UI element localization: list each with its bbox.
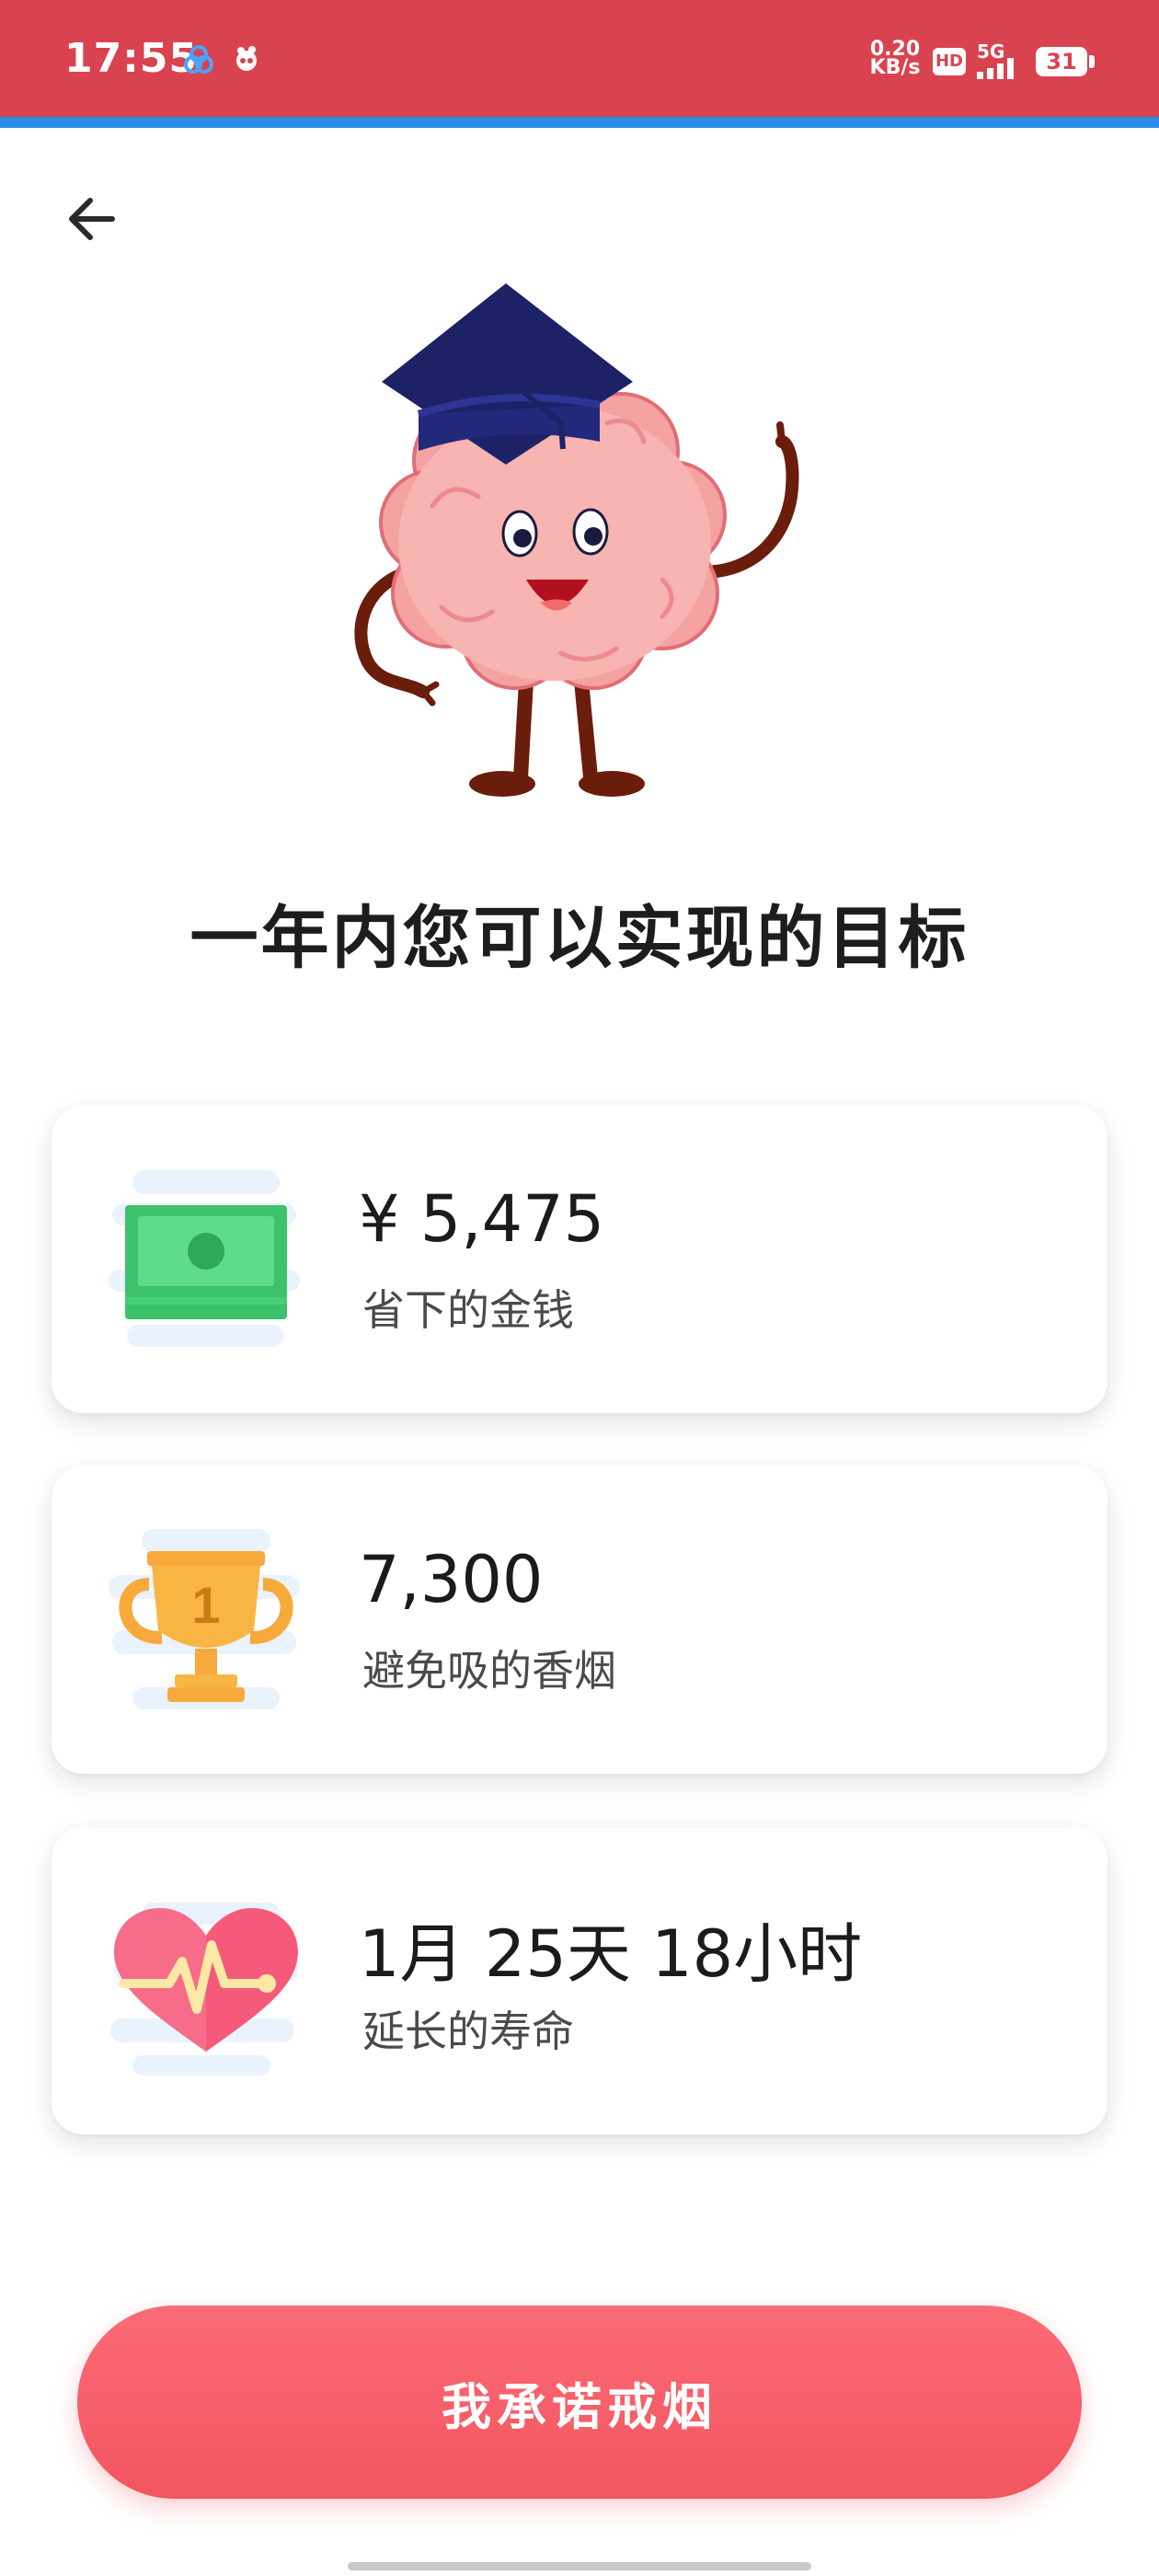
commit-quit-smoking-button[interactable]: 我承诺戒烟 xyxy=(77,2306,1082,2499)
cigarettes-avoided-value: 7,300 xyxy=(359,1542,544,1617)
money-saved-label: 省下的金钱 xyxy=(362,1285,574,1335)
hd-badge: HD xyxy=(933,48,966,75)
signal-icon xyxy=(975,55,1027,83)
arrow-left-icon xyxy=(69,198,115,240)
cigarettes-avoided-label: 避免吸的香烟 xyxy=(362,1646,616,1696)
life-extended-label: 延长的寿命 xyxy=(362,2007,574,2056)
svg-text:1: 1 xyxy=(191,1576,220,1634)
status-time: 17:55 xyxy=(64,35,199,82)
home-indicator[interactable] xyxy=(348,2562,811,2570)
accent-strip xyxy=(0,117,1159,128)
cloud-app-icon xyxy=(180,42,217,83)
life-extended-value: 1月 25天 18小时 xyxy=(359,1916,863,1992)
battery-icon: 31 xyxy=(1036,47,1087,76)
trophy-icon: 1 xyxy=(105,1520,307,1722)
heart-pulse-icon xyxy=(105,1880,307,2083)
money-saved-card: ¥ 5,475 省下的金钱 xyxy=(52,1106,1107,1413)
network-speed: 0.20 KB/s xyxy=(863,40,927,79)
money-icon xyxy=(105,1159,307,1362)
network-speed-unit: KB/s xyxy=(869,56,921,79)
goals-list: ¥ 5,475 省下的金钱 1 7,300 避免吸的香烟 1月 25天 18小时… xyxy=(52,1106,1107,2188)
status-bar: 17:55 0.20 KB/s HD 5G 31 xyxy=(0,0,1159,117)
back-button[interactable] xyxy=(53,184,131,254)
battery-cap xyxy=(1089,55,1095,68)
cigarettes-avoided-card: 1 7,300 避免吸的香烟 xyxy=(52,1466,1107,1774)
app-notification-icon xyxy=(230,42,263,79)
money-saved-value: ¥ 5,475 xyxy=(359,1181,605,1257)
life-extended-card: 1月 25天 18小时 延长的寿命 xyxy=(52,1827,1107,2134)
brain-mascot-illustration xyxy=(331,276,828,813)
page-title: 一年内您可以实现的目标 xyxy=(189,899,970,978)
